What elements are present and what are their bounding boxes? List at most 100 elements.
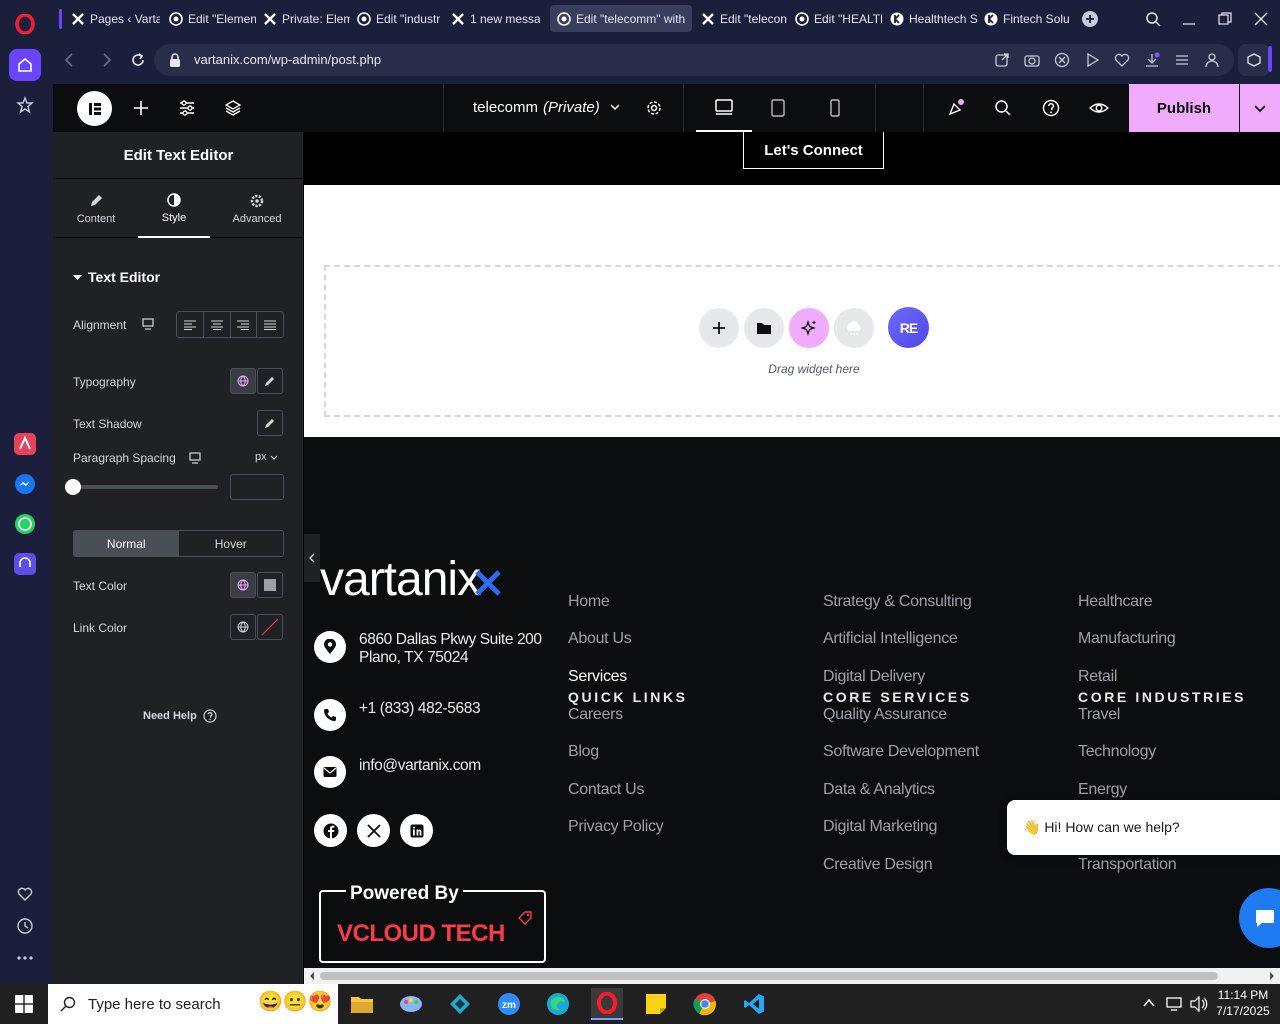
add-element-icon[interactable] [133,100,149,116]
powered-by-badge[interactable]: Powered By VCLOUD TECH [319,883,546,963]
email-address[interactable]: info@vartanix.com [359,757,481,775]
desktop-view-icon[interactable] [696,84,752,132]
footer-link[interactable]: About Us [568,630,632,648]
share-icon[interactable] [994,52,1010,68]
footer-link[interactable]: Blog [568,743,599,761]
link-color-swatch-empty[interactable] [257,614,283,640]
responsive-desktop-icon[interactable] [189,452,201,464]
footer-link[interactable]: Artificial Intelligence [823,630,958,648]
section-toggle[interactable]: Text Editor [73,269,160,285]
browser-tab[interactable]: Edit "HEALTH [788,5,882,32]
publish-button[interactable]: Publish [1129,84,1239,132]
need-help-link[interactable]: Need Help [143,709,217,723]
edge-icon[interactable] [542,988,574,1020]
responsive-desktop-icon[interactable] [142,318,154,330]
music-player-icon[interactable] [9,548,41,580]
paint-icon[interactable] [395,988,427,1020]
lets-connect-button[interactable]: Let's Connect [743,132,884,169]
sticky-notes-icon[interactable] [640,988,672,1020]
profile-icon[interactable] [1204,52,1220,68]
footer-link[interactable]: Retail [1078,668,1117,686]
paragraph-spacing-input[interactable] [230,474,284,500]
footer-link[interactable]: Data & Analytics [823,781,935,799]
footer-link[interactable]: Strategy & Consulting [823,593,972,611]
align-center-icon[interactable] [204,312,231,337]
footer-link[interactable]: Contact Us [568,781,644,799]
minimize-button[interactable] [1178,8,1200,30]
vscode-icon[interactable] [738,988,770,1020]
facebook-icon[interactable] [314,814,347,847]
messenger-icon[interactable] [9,468,41,500]
page-title-dropdown[interactable]: telecomm (Private) [473,99,621,116]
download-icon[interactable] [1144,52,1160,68]
align-justify-icon[interactable] [257,312,283,337]
footer-link[interactable]: Travel [1078,706,1120,724]
app-diamond-icon[interactable] [444,988,476,1020]
url-field[interactable]: vartanix.com/wp-admin/post.php [154,44,1234,76]
elementor-logo-icon[interactable] [77,91,112,126]
more-icon[interactable] [9,942,41,974]
opera-logo-icon[interactable] [9,8,41,40]
browser-tab[interactable]: 1 new messa [444,5,540,32]
star-icon[interactable] [9,89,41,121]
notifications-icon[interactable] [946,98,966,118]
volume-icon[interactable] [1190,996,1208,1012]
show-hidden-icons-chevron-icon[interactable] [1142,996,1156,1010]
windows-start-icon[interactable] [8,988,40,1020]
phone-number[interactable]: +1 (833) 482-5683 [359,700,481,718]
state-normal-tab[interactable]: Normal [74,531,179,556]
footer-link[interactable]: Energy [1078,781,1127,799]
tablet-view-icon[interactable] [770,99,786,117]
forward-icon[interactable] [98,52,114,68]
footer-link-active[interactable]: Services [568,668,627,686]
spacing-slider-track[interactable] [73,485,218,489]
footer-link[interactable]: Transportation [1078,856,1177,874]
browser-tab[interactable]: Healthtech S [883,5,977,32]
search-tabs-icon[interactable] [1142,8,1164,30]
spacing-slider-handle[interactable] [65,479,81,495]
horizontal-scrollbar[interactable] [304,968,1280,984]
clock[interactable]: 11:14 PM 7/17/2025 [1212,987,1274,1019]
collapse-panel-button[interactable] [304,534,320,582]
linkedin-icon[interactable] [400,814,433,847]
history-icon[interactable] [9,910,41,942]
empty-drop-zone[interactable]: RE Drag widget here [324,265,1280,417]
footer-link[interactable]: Careers [568,706,623,724]
taskbar-search-box[interactable]: Type here to search 😄😐😍 [48,984,338,1024]
ai-sparkle-icon[interactable] [789,308,829,348]
tab-advanced[interactable]: Advanced [223,180,291,238]
whatsapp-icon[interactable] [9,508,41,540]
heart-outline-icon[interactable] [1114,52,1130,68]
help-icon[interactable] [1042,99,1060,117]
finder-search-icon[interactable] [994,99,1012,117]
align-right-icon[interactable] [231,312,258,337]
page-settings-gear-icon[interactable] [645,99,663,117]
play-icon[interactable] [1084,52,1100,68]
royal-elementor-addon-icon[interactable]: RE [888,307,929,348]
footer-link[interactable]: Privacy Policy [568,818,664,836]
edit-typography-pencil-icon[interactable] [257,368,283,394]
footer-link[interactable]: Software Development [823,743,979,761]
close-window-button[interactable] [1250,8,1272,30]
global-color-icon[interactable] [230,572,256,598]
aria-icon[interactable] [9,428,41,460]
add-section-icon[interactable] [699,308,739,348]
new-tab-button[interactable] [1079,8,1101,30]
heart-icon[interactable] [9,878,41,910]
footer-link[interactable]: Digital Marketing [823,818,937,836]
back-icon[interactable] [62,52,78,68]
scroll-right-arrow-icon[interactable] [1268,971,1276,981]
align-left-icon[interactable] [177,312,204,337]
footer-link[interactable]: Manufacturing [1078,630,1176,648]
unit-selector[interactable]: px [255,451,278,463]
footer-link[interactable]: Home [568,593,610,611]
home-icon[interactable] [9,49,41,81]
mobile-view-icon[interactable] [829,99,841,117]
network-icon[interactable] [1166,996,1184,1012]
global-color-icon[interactable] [230,614,256,640]
footer-link[interactable]: Quality Assurance [823,706,947,724]
tab-style[interactable]: Style [138,180,210,238]
browser-tab-active[interactable]: Edit "telecomm" with [550,5,692,32]
kit-cloud-icon[interactable] [834,308,874,348]
publish-options-chevron-icon[interactable] [1240,84,1280,132]
